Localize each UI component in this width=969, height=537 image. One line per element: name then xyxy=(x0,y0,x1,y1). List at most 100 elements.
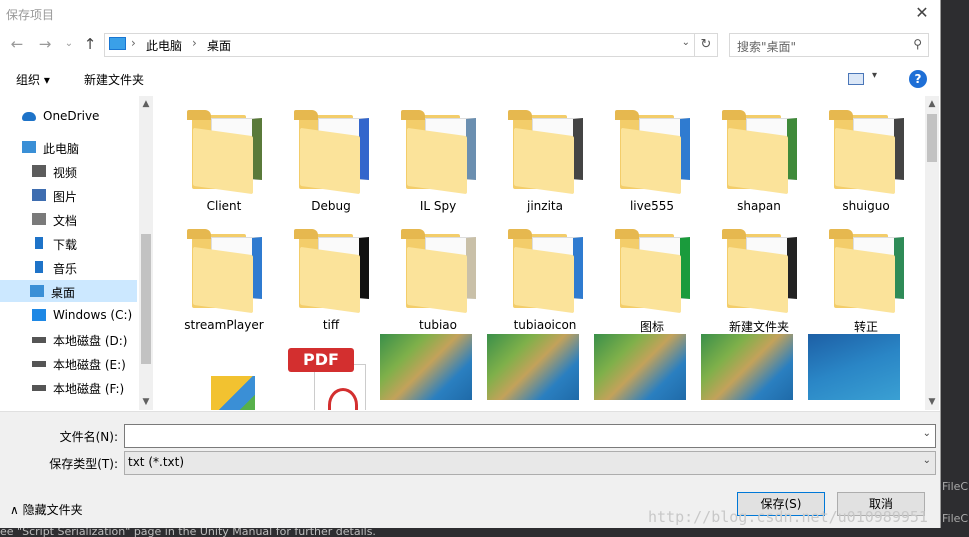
scroll-down-icon[interactable]: ▼ xyxy=(139,397,153,407)
folder-item[interactable]: Client xyxy=(172,96,276,213)
filetype-value: txt (*.txt) xyxy=(128,455,185,469)
sidebar-item-label: 此电脑 xyxy=(43,142,80,156)
folder-item[interactable]: 新建文件夹 xyxy=(707,215,811,334)
command-toolbar: 组织 ▾ 新建文件夹 ▾ ? xyxy=(0,64,940,94)
background-text: FileC xyxy=(942,512,969,525)
help-icon[interactable]: ? xyxy=(909,70,927,88)
view-dropdown-icon[interactable]: ▾ xyxy=(872,70,877,81)
terrain-image-thumbnail xyxy=(701,334,793,400)
sidebar-item-label: Windows (C:) xyxy=(53,308,133,322)
file-list-scrollbar[interactable]: ▲ ▼ xyxy=(925,96,939,410)
sidebar-item[interactable]: 本地磁盘 (F:) xyxy=(0,376,137,398)
scrollbar-thumb[interactable] xyxy=(927,114,937,162)
file-item[interactable] xyxy=(487,334,597,410)
file-name: IL Spy xyxy=(419,199,457,213)
folder-item[interactable]: tiff xyxy=(279,215,383,332)
folder-item[interactable]: tubiaoicon xyxy=(493,215,597,332)
new-folder-button[interactable]: 新建文件夹 xyxy=(84,71,144,88)
up-arrow-icon[interactable]: ↑ xyxy=(81,34,99,54)
folder-icon xyxy=(294,110,369,195)
sidebar-item-label: 音乐 xyxy=(53,262,78,276)
search-icon[interactable]: ⚲ xyxy=(913,37,922,51)
computer-icon xyxy=(22,141,36,153)
folder-item[interactable]: live555 xyxy=(600,96,704,213)
hide-folders-toggle[interactable]: ∧ 隐藏文件夹 xyxy=(10,501,83,518)
folder-icon xyxy=(508,229,583,314)
sidebar-item[interactable]: OneDrive xyxy=(0,105,137,127)
folder-item[interactable]: IL Spy xyxy=(386,96,490,213)
folder-icon xyxy=(722,229,797,314)
sidebar-item-label: 本地磁盘 (F:) xyxy=(53,382,125,396)
file-item[interactable] xyxy=(594,334,704,410)
scroll-up-icon[interactable]: ▲ xyxy=(925,99,939,109)
sidebar-item[interactable]: 图片 xyxy=(0,184,137,206)
folder-item[interactable]: shapan xyxy=(707,96,811,213)
scrollbar-thumb[interactable] xyxy=(141,234,151,364)
folder-item[interactable]: 转正 xyxy=(814,215,918,334)
sidebar-item[interactable]: 桌面 xyxy=(0,280,137,302)
sidebar-item[interactable]: 音乐 xyxy=(0,256,137,278)
filetype-select[interactable]: txt (*.txt) ⌄ xyxy=(124,451,936,475)
pdf-badge: PDF xyxy=(288,348,354,372)
terrain-image-thumbnail xyxy=(380,334,472,400)
filename-label: 文件名(N): xyxy=(59,430,118,444)
picture-icon xyxy=(32,189,46,201)
file-item[interactable]: PDF xyxy=(279,334,383,410)
sidebar-item[interactable]: 此电脑 xyxy=(0,136,137,158)
sidebar-item[interactable]: 本地磁盘 (D:) xyxy=(0,328,137,350)
chevron-down-icon[interactable]: ⌄ xyxy=(923,428,931,439)
view-options-icon[interactable] xyxy=(848,73,864,85)
file-item[interactable] xyxy=(808,334,918,410)
document-icon xyxy=(32,213,46,225)
back-arrow-icon[interactable]: ← xyxy=(8,34,26,54)
folder-item[interactable]: jinzita xyxy=(493,96,597,213)
sidebar-item-label: 图片 xyxy=(53,190,78,204)
background-console: ee "Script Serialization" page in the Un… xyxy=(0,528,969,537)
recent-locations-icon[interactable]: ⌄ xyxy=(60,34,78,54)
folder-item[interactable]: tubiao xyxy=(386,215,490,332)
sidebar-item[interactable]: 视频 xyxy=(0,160,137,182)
navigation-pane: OneDrive 此电脑视频图片文档 下载音乐桌面 Windows (C:) 本地磁盘 … xyxy=(0,96,140,410)
folder-item[interactable]: Debug xyxy=(279,96,383,213)
chevron-down-icon[interactable]: ⌄ xyxy=(923,455,931,466)
file-name: tiff xyxy=(322,318,340,332)
sidebar-item[interactable]: Windows (C:) xyxy=(0,304,137,326)
file-name: Client xyxy=(206,199,242,213)
refresh-icon[interactable]: ↻ xyxy=(694,33,718,57)
scroll-up-icon[interactable]: ▲ xyxy=(139,99,153,109)
folder-icon xyxy=(401,110,476,195)
sidebar-item[interactable]: 下载 xyxy=(0,232,137,254)
sidebar-item[interactable]: 文档 xyxy=(0,208,137,230)
sidebar-item-label: OneDrive xyxy=(43,109,100,123)
file-item[interactable] xyxy=(172,334,276,410)
search-input[interactable]: 搜索"桌面" ⚲ xyxy=(729,33,929,57)
breadcrumb-this-pc[interactable]: 此电脑 xyxy=(146,37,182,54)
sidebar-item[interactable]: 本地磁盘 (E:) xyxy=(0,352,137,374)
file-name: tubiaoicon xyxy=(513,318,577,332)
sidebar-item-label: 视频 xyxy=(53,166,78,180)
navigation-pane-scrollbar[interactable]: ▲ ▼ xyxy=(139,96,153,410)
window-title: 保存项目 xyxy=(6,8,55,22)
address-bar[interactable]: › 此电脑 › 桌面 ⌄ xyxy=(104,33,695,57)
folder-item[interactable]: 图标 xyxy=(600,215,704,334)
filename-input[interactable]: ⌄ xyxy=(124,424,936,448)
folder-item[interactable]: shuiguo xyxy=(814,96,918,213)
breadcrumb-desktop[interactable]: 桌面 xyxy=(207,37,231,54)
close-icon[interactable]: ✕ xyxy=(910,3,934,23)
background-editor-panel: FileC FileC xyxy=(941,0,969,537)
folder-icon xyxy=(615,110,690,195)
folder-icon xyxy=(829,110,904,195)
folder-item[interactable]: streamPlayer xyxy=(172,215,276,332)
background-console-text: ee "Script Serialization" page in the Un… xyxy=(0,528,376,537)
background-text: FileC xyxy=(942,480,969,493)
file-name: 转正 xyxy=(853,320,878,334)
file-item[interactable] xyxy=(701,334,811,410)
file-name: jinzita xyxy=(527,199,563,213)
scroll-down-icon[interactable]: ▼ xyxy=(925,397,939,407)
chevron-down-icon[interactable]: ⌄ xyxy=(682,37,690,48)
folder-icon xyxy=(829,229,904,314)
forward-arrow-icon[interactable]: → xyxy=(36,34,54,54)
computer-icon xyxy=(109,37,126,50)
organize-menu-button[interactable]: 组织 ▾ xyxy=(16,71,50,88)
file-item[interactable] xyxy=(380,334,490,410)
